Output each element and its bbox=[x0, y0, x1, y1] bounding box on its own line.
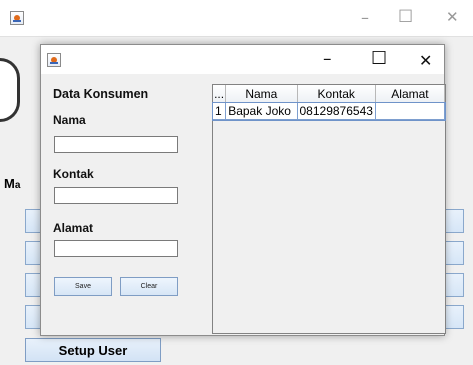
table-header-row: ... Nama Kontak Alamat bbox=[213, 85, 446, 103]
dialog-titlebar: – ☐ ✕ bbox=[41, 45, 444, 74]
table-row[interactable]: 1 Bapak Joko 08129876543 bbox=[212, 101, 446, 121]
menu-button-5[interactable] bbox=[444, 209, 464, 233]
column-header-alamat[interactable]: Alamat bbox=[375, 85, 446, 103]
konsumen-table-pane[interactable]: ... Nama Kontak Alamat 1 Bapak Joko 0812… bbox=[212, 84, 446, 334]
main-menu-label: Ma bbox=[4, 176, 21, 191]
table-cell-index[interactable]: 1 bbox=[213, 102, 227, 120]
data-konsumen-dialog: – ☐ ✕ Data Konsumen Nama Kontak Alamat S… bbox=[40, 44, 446, 336]
column-header-index[interactable]: ... bbox=[213, 85, 227, 103]
table-cell-kontak[interactable]: 08129876543 bbox=[297, 102, 376, 120]
column-header-kontak[interactable]: Kontak bbox=[297, 85, 376, 103]
menu-button-7[interactable] bbox=[444, 273, 464, 297]
kontak-input[interactable] bbox=[54, 187, 178, 204]
konsumen-table: ... Nama Kontak Alamat 1 Bapak Joko 0812… bbox=[212, 85, 446, 121]
alamat-input[interactable] bbox=[54, 240, 178, 257]
kontak-label: Kontak bbox=[53, 167, 94, 181]
nama-label: Nama bbox=[53, 113, 86, 127]
java-app-icon bbox=[47, 53, 61, 67]
save-button[interactable]: Save bbox=[54, 277, 112, 296]
table-cell-alamat[interactable] bbox=[375, 102, 446, 120]
main-minimize-button[interactable]: – bbox=[361, 8, 369, 27]
nama-input[interactable] bbox=[54, 136, 178, 153]
logo-partial bbox=[0, 58, 20, 122]
java-app-icon bbox=[10, 11, 24, 25]
column-header-nama[interactable]: Nama bbox=[225, 85, 298, 103]
alamat-label: Alamat bbox=[53, 221, 94, 235]
dialog-maximize-button[interactable]: ☐ bbox=[371, 48, 387, 69]
main-maximize-button[interactable]: ☐ bbox=[398, 7, 413, 27]
form-title: Data Konsumen bbox=[53, 87, 149, 101]
main-close-button[interactable]: ✕ bbox=[446, 8, 459, 26]
clear-button[interactable]: Clear bbox=[120, 277, 178, 296]
dialog-close-button[interactable]: ✕ bbox=[419, 51, 432, 70]
main-window-titlebar: – ☐ ✕ bbox=[0, 0, 473, 37]
dialog-minimize-button[interactable]: – bbox=[323, 49, 332, 69]
menu-button-6[interactable] bbox=[444, 241, 464, 265]
table-cell-nama[interactable]: Bapak Joko bbox=[225, 102, 298, 120]
setup-user-button[interactable]: Setup User bbox=[25, 338, 161, 362]
menu-button-8[interactable] bbox=[444, 305, 464, 329]
